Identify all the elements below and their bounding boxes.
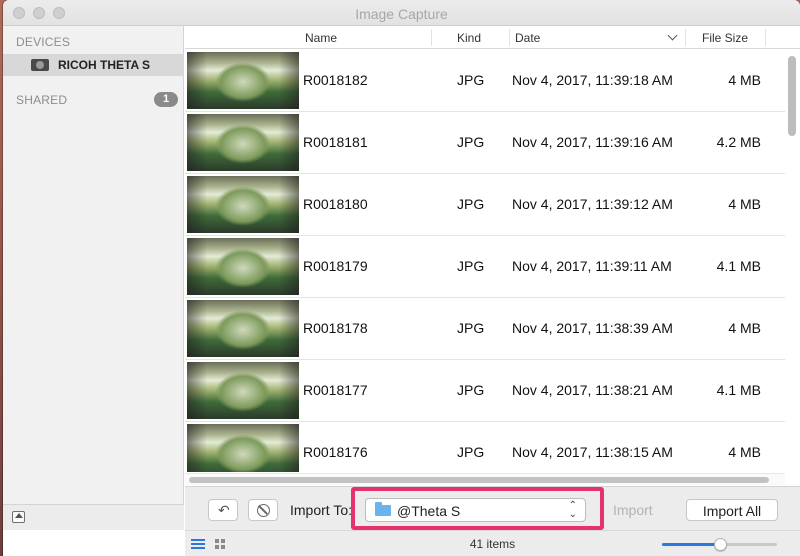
horizontal-scrollbar-track	[185, 473, 785, 485]
table-row[interactable]: R0018181 JPG Nov 4, 2017, 11:39:16 AM 4.…	[185, 112, 785, 174]
photo-thumbnail	[187, 114, 299, 171]
file-size: 4 MB	[728, 320, 761, 336]
import-button-label: Import	[613, 502, 653, 518]
column-divider	[431, 29, 432, 46]
device-name: RICOH THETA S	[58, 58, 150, 72]
import-button[interactable]: Import	[613, 499, 657, 521]
file-date: Nov 4, 2017, 11:38:15 AM	[512, 444, 673, 460]
file-kind: JPG	[457, 134, 485, 150]
file-name: R0018182	[303, 72, 368, 88]
column-divider	[509, 29, 510, 46]
table-row[interactable]: R0018176 JPG Nov 4, 2017, 11:38:15 AM 4 …	[185, 422, 785, 472]
table-row[interactable]: R0018182 JPG Nov 4, 2017, 11:39:18 AM 4 …	[185, 50, 785, 112]
import-all-button[interactable]: Import All	[686, 499, 778, 521]
file-name: R0018178	[303, 320, 368, 336]
file-rows: R0018182 JPG Nov 4, 2017, 11:39:18 AM 4 …	[185, 50, 785, 472]
file-date: Nov 4, 2017, 11:39:12 AM	[512, 196, 673, 212]
import-to-label: Import To:	[290, 502, 352, 518]
file-date: Nov 4, 2017, 11:38:39 AM	[512, 320, 673, 336]
file-date: Nov 4, 2017, 11:39:11 AM	[512, 258, 672, 274]
slider-fill	[662, 543, 720, 546]
shared-count-badge: 1	[154, 92, 178, 107]
rotate-button[interactable]: ↶	[208, 499, 238, 521]
column-divider	[685, 29, 686, 46]
devices-heading: DEVICES	[16, 35, 71, 49]
file-date: Nov 4, 2017, 11:39:18 AM	[512, 72, 673, 88]
file-kind: JPG	[457, 444, 485, 460]
shared-heading[interactable]: SHARED	[16, 93, 67, 107]
file-size: 4.1 MB	[716, 258, 761, 274]
column-divider	[765, 29, 766, 46]
thumbnail-size-slider[interactable]	[662, 538, 777, 551]
file-name: R0018177	[303, 382, 368, 398]
file-size: 4 MB	[728, 196, 761, 212]
file-name: R0018180	[303, 196, 368, 212]
file-date: Nov 4, 2017, 11:38:21 AM	[512, 382, 673, 398]
table-row[interactable]: R0018178 JPG Nov 4, 2017, 11:38:39 AM 4 …	[185, 298, 785, 360]
table-row[interactable]: R0018180 JPG Nov 4, 2017, 11:39:12 AM 4 …	[185, 174, 785, 236]
title-bar: Image Capture	[3, 0, 800, 26]
window-title: Image Capture	[355, 6, 448, 22]
photo-thumbnail	[187, 238, 299, 295]
status-bar: 41 items	[185, 530, 800, 556]
file-kind: JPG	[457, 382, 485, 398]
file-size: 4 MB	[728, 444, 761, 460]
import-all-button-label: Import All	[702, 503, 762, 519]
vertical-scrollbar[interactable]	[788, 56, 796, 136]
file-date: Nov 4, 2017, 11:39:16 AM	[512, 134, 673, 150]
file-kind: JPG	[457, 196, 485, 212]
photo-thumbnail	[187, 52, 299, 109]
file-size: 4.1 MB	[716, 382, 761, 398]
slider-thumb[interactable]	[714, 538, 727, 551]
photo-thumbnail	[187, 176, 299, 233]
file-list: Name Kind Date File Size R0018182 JPG No…	[185, 26, 800, 486]
column-file-size[interactable]: File Size	[702, 31, 748, 45]
table-row[interactable]: R0018177 JPG Nov 4, 2017, 11:38:21 AM 4.…	[185, 360, 785, 422]
file-name: R0018179	[303, 258, 368, 274]
eject-icon[interactable]	[12, 511, 25, 523]
column-kind[interactable]: Kind	[457, 31, 481, 45]
highlight-box	[351, 487, 604, 530]
sort-chevron-down-icon	[667, 30, 678, 41]
file-kind: JPG	[457, 258, 485, 274]
sidebar: DEVICES RICOH THETA S SHARED 1	[3, 26, 184, 530]
horizontal-scrollbar[interactable]	[189, 477, 769, 483]
rotate-left-icon: ↶	[218, 502, 230, 518]
file-name: R0018181	[303, 134, 368, 150]
import-toolbar: ↶ Import To: @Theta S ⌃ ⌄ Import Import A…	[185, 486, 800, 530]
photo-thumbnail	[187, 362, 299, 419]
file-size: 4 MB	[728, 72, 761, 88]
sidebar-footer	[3, 504, 184, 530]
photo-thumbnail	[187, 300, 299, 357]
image-capture-window: Image Capture DEVICES RICOH THETA S SHAR…	[3, 0, 800, 556]
sidebar-item-ricoh-theta-s[interactable]: RICOH THETA S	[3, 54, 184, 76]
column-name[interactable]: Name	[305, 31, 337, 45]
photo-thumbnail	[187, 424, 299, 472]
delete-button[interactable]	[248, 499, 278, 521]
table-row[interactable]: R0018179 JPG Nov 4, 2017, 11:39:11 AM 4.…	[185, 236, 785, 298]
delete-prohibit-icon	[257, 504, 270, 517]
file-kind: JPG	[457, 72, 485, 88]
column-date[interactable]: Date	[515, 31, 540, 45]
camera-icon	[31, 59, 49, 71]
file-kind: JPG	[457, 320, 485, 336]
file-size: 4.2 MB	[716, 134, 761, 150]
file-name: R0018176	[303, 444, 368, 460]
column-header: Name Kind Date File Size	[185, 26, 800, 49]
